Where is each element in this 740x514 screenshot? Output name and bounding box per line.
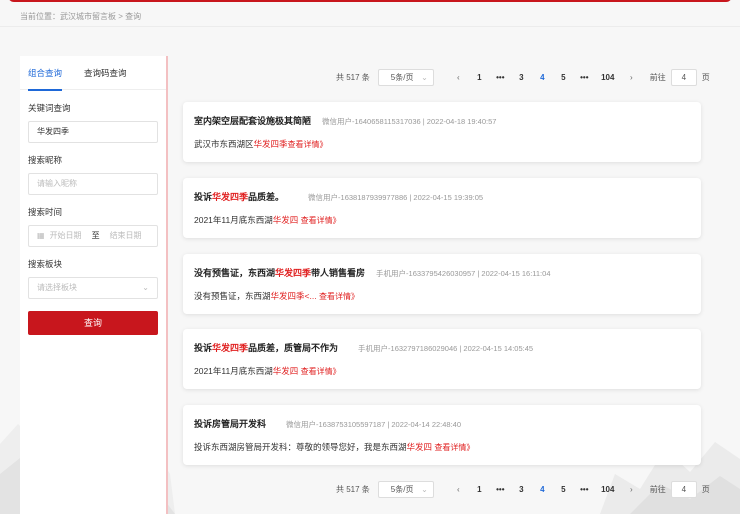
board-select[interactable]: 请选择板块 ⌄ (28, 277, 158, 299)
post-title[interactable]: 室内架空层配套设施极其简陋 (194, 114, 311, 127)
page-link-current[interactable]: 4 (532, 485, 553, 494)
post-card[interactable]: 投诉华发四季品质差，质管局不作为 手机用户-1632797186029046 |… (183, 329, 701, 389)
breadcrumb: 当前位置：武汉城市留言板 > 查询 (20, 12, 142, 21)
next-page-icon[interactable]: › (621, 73, 642, 82)
board-select-placeholder: 请选择板块 (37, 283, 77, 292)
goto-label: 前往 (649, 484, 666, 494)
post-meta: 手机用户-1632797186029046 | 2022-04-15 14:05… (358, 344, 534, 353)
page-link[interactable]: 5 (553, 73, 574, 82)
page-link-current[interactable]: 4 (532, 73, 553, 82)
post-summary: 2021年11月底东西湖华发四 查看详情》 (194, 366, 341, 376)
post-summary: 2021年11月底东西湖华发四 查看详情》 (194, 215, 341, 225)
post-meta: 微信用户-1638753105597187 | 2022-04-14 22:48… (286, 420, 462, 429)
search-tabs: 组合查询 查询码查询 (20, 56, 166, 91)
page-link[interactable]: 104 (595, 73, 621, 82)
post-title[interactable]: 没有预售证，东西湖华发四季带人销售看房 (194, 266, 365, 279)
post-card[interactable]: 投诉华发四季品质差。 微信用户-1638187939977886 | 2022-… (183, 178, 701, 238)
page-link[interactable]: 3 (511, 485, 532, 494)
post-summary: 没有预售证，东西湖华发四季<... 查看详情》 (194, 291, 359, 301)
chevron-down-icon: ⌄ (421, 72, 428, 82)
header-strip (8, 0, 732, 2)
page-size-value: 5条/页 (390, 484, 414, 494)
page-word: 页 (701, 72, 710, 82)
keyword-label: 关键词查询 (28, 103, 71, 113)
divider (0, 26, 740, 27)
post-card[interactable]: 室内架空层配套设施极其简陋 微信用户-1640658115317036 | 20… (183, 102, 701, 162)
nickname-label: 搜索昵称 (28, 155, 63, 165)
calendar-icon: ▦ (37, 231, 45, 240)
page-ellipsis[interactable]: ••• (490, 73, 511, 82)
page-word: 页 (701, 484, 710, 494)
view-details-link[interactable]: 查看详情》 (288, 140, 328, 149)
keyword-input[interactable]: 华发四季 (28, 121, 158, 143)
page-link[interactable]: 5 (553, 485, 574, 494)
search-panel: 组合查询 查询码查询 关键词查询 华发四季 搜索昵称 请输入昵称 搜索时间 ▦ … (20, 56, 168, 514)
post-meta: 微信用户-1638187939977886 | 2022-04-15 19:39… (308, 193, 484, 202)
page-ellipsis[interactable]: ••• (490, 485, 511, 494)
post-meta: 微信用户-1640658115317036 | 2022-04-18 19:40… (322, 117, 497, 126)
page-link[interactable]: 3 (511, 73, 532, 82)
post-card[interactable]: 没有预售证，东西湖华发四季带人销售看房 手机用户-163379542603095… (183, 254, 701, 314)
start-date-input[interactable]: 开始日期 (50, 226, 82, 246)
total-count: 共 517 条 (336, 484, 370, 494)
page-size-select[interactable]: 5条/页 ⌄ (377, 480, 434, 498)
tab-code-search[interactable]: 查询码查询 (84, 56, 127, 90)
post-title[interactable]: 投诉华发四季品质差，质管局不作为 (194, 341, 338, 354)
post-summary: 武汉市东西湖区华发四季查看详情》 (194, 139, 328, 149)
board-label: 搜索板块 (28, 259, 63, 269)
chevron-down-icon: ⌄ (142, 283, 149, 292)
page-link[interactable]: 1 (469, 485, 490, 494)
query-button[interactable]: 查询 (28, 311, 158, 335)
next-page-icon[interactable]: › (621, 485, 642, 494)
view-details-link[interactable]: 查看详情》 (434, 443, 474, 452)
page-size-select[interactable]: 5条/页 ⌄ (377, 68, 434, 86)
view-details-link[interactable]: 查看详情》 (319, 292, 359, 301)
pagination-top: 共 517 条 5条/页 ⌄ ‹ 1 ••• 3 4 5 ••• 104 › 前往… (336, 68, 710, 86)
page-size-value: 5条/页 (390, 72, 414, 82)
date-range-picker[interactable]: ▦ 开始日期 至 结束日期 (28, 225, 158, 247)
post-summary: 投诉东西湖房管局开发科：尊敬的领导您好，我是东西湖华发四 查看详情》 (194, 442, 475, 452)
time-label: 搜索时间 (28, 207, 63, 217)
post-title[interactable]: 投诉房管局开发科 (194, 417, 266, 430)
pagination-bottom: 共 517 条 5条/页 ⌄ ‹ 1 ••• 3 4 5 ••• 104 › 前往… (336, 480, 710, 498)
date-separator: 至 (91, 231, 100, 240)
page-ellipsis[interactable]: ••• (574, 485, 595, 494)
total-count: 共 517 条 (336, 72, 370, 82)
post-card[interactable]: 投诉房管局开发科 微信用户-1638753105597187 | 2022-04… (183, 405, 701, 465)
page-ellipsis[interactable]: ••• (574, 73, 595, 82)
view-details-link[interactable]: 查看详情》 (301, 216, 341, 225)
post-meta: 手机用户-1633795426030957 | 2022-04-15 16:11… (376, 269, 551, 278)
post-title[interactable]: 投诉华发四季品质差。 (194, 190, 284, 203)
goto-page-input[interactable]: 4 (670, 68, 697, 86)
goto-label: 前往 (649, 72, 666, 82)
prev-page-icon[interactable]: ‹ (448, 485, 469, 494)
prev-page-icon[interactable]: ‹ (448, 73, 469, 82)
goto-page-input[interactable]: 4 (670, 480, 697, 498)
tab-combined-search[interactable]: 组合查询 (28, 56, 63, 91)
page-link[interactable]: 1 (469, 73, 490, 82)
end-date-input[interactable]: 结束日期 (110, 226, 142, 246)
chevron-down-icon: ⌄ (421, 484, 428, 494)
page-link[interactable]: 104 (595, 485, 621, 494)
view-details-link[interactable]: 查看详情》 (301, 367, 341, 376)
nickname-input[interactable]: 请输入昵称 (28, 173, 158, 195)
